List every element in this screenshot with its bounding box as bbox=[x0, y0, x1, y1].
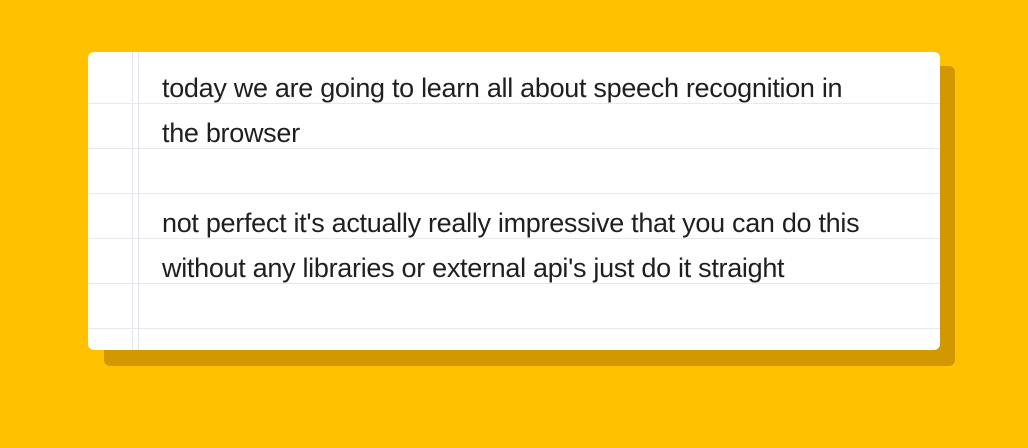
transcript-line: not perfect it's actually really impress… bbox=[162, 208, 860, 238]
transcript-line: today we are going to learn all about sp… bbox=[162, 73, 843, 103]
transcript-line: the browser bbox=[162, 118, 300, 148]
transcript-line: without any libraries or external api's … bbox=[162, 253, 785, 283]
margin-line-right bbox=[138, 52, 139, 350]
notepad-paper: today we are going to learn all about sp… bbox=[88, 52, 940, 350]
margin-line-left bbox=[132, 52, 133, 350]
transcript-text-area[interactable]: today we are going to learn all about sp… bbox=[162, 66, 910, 291]
